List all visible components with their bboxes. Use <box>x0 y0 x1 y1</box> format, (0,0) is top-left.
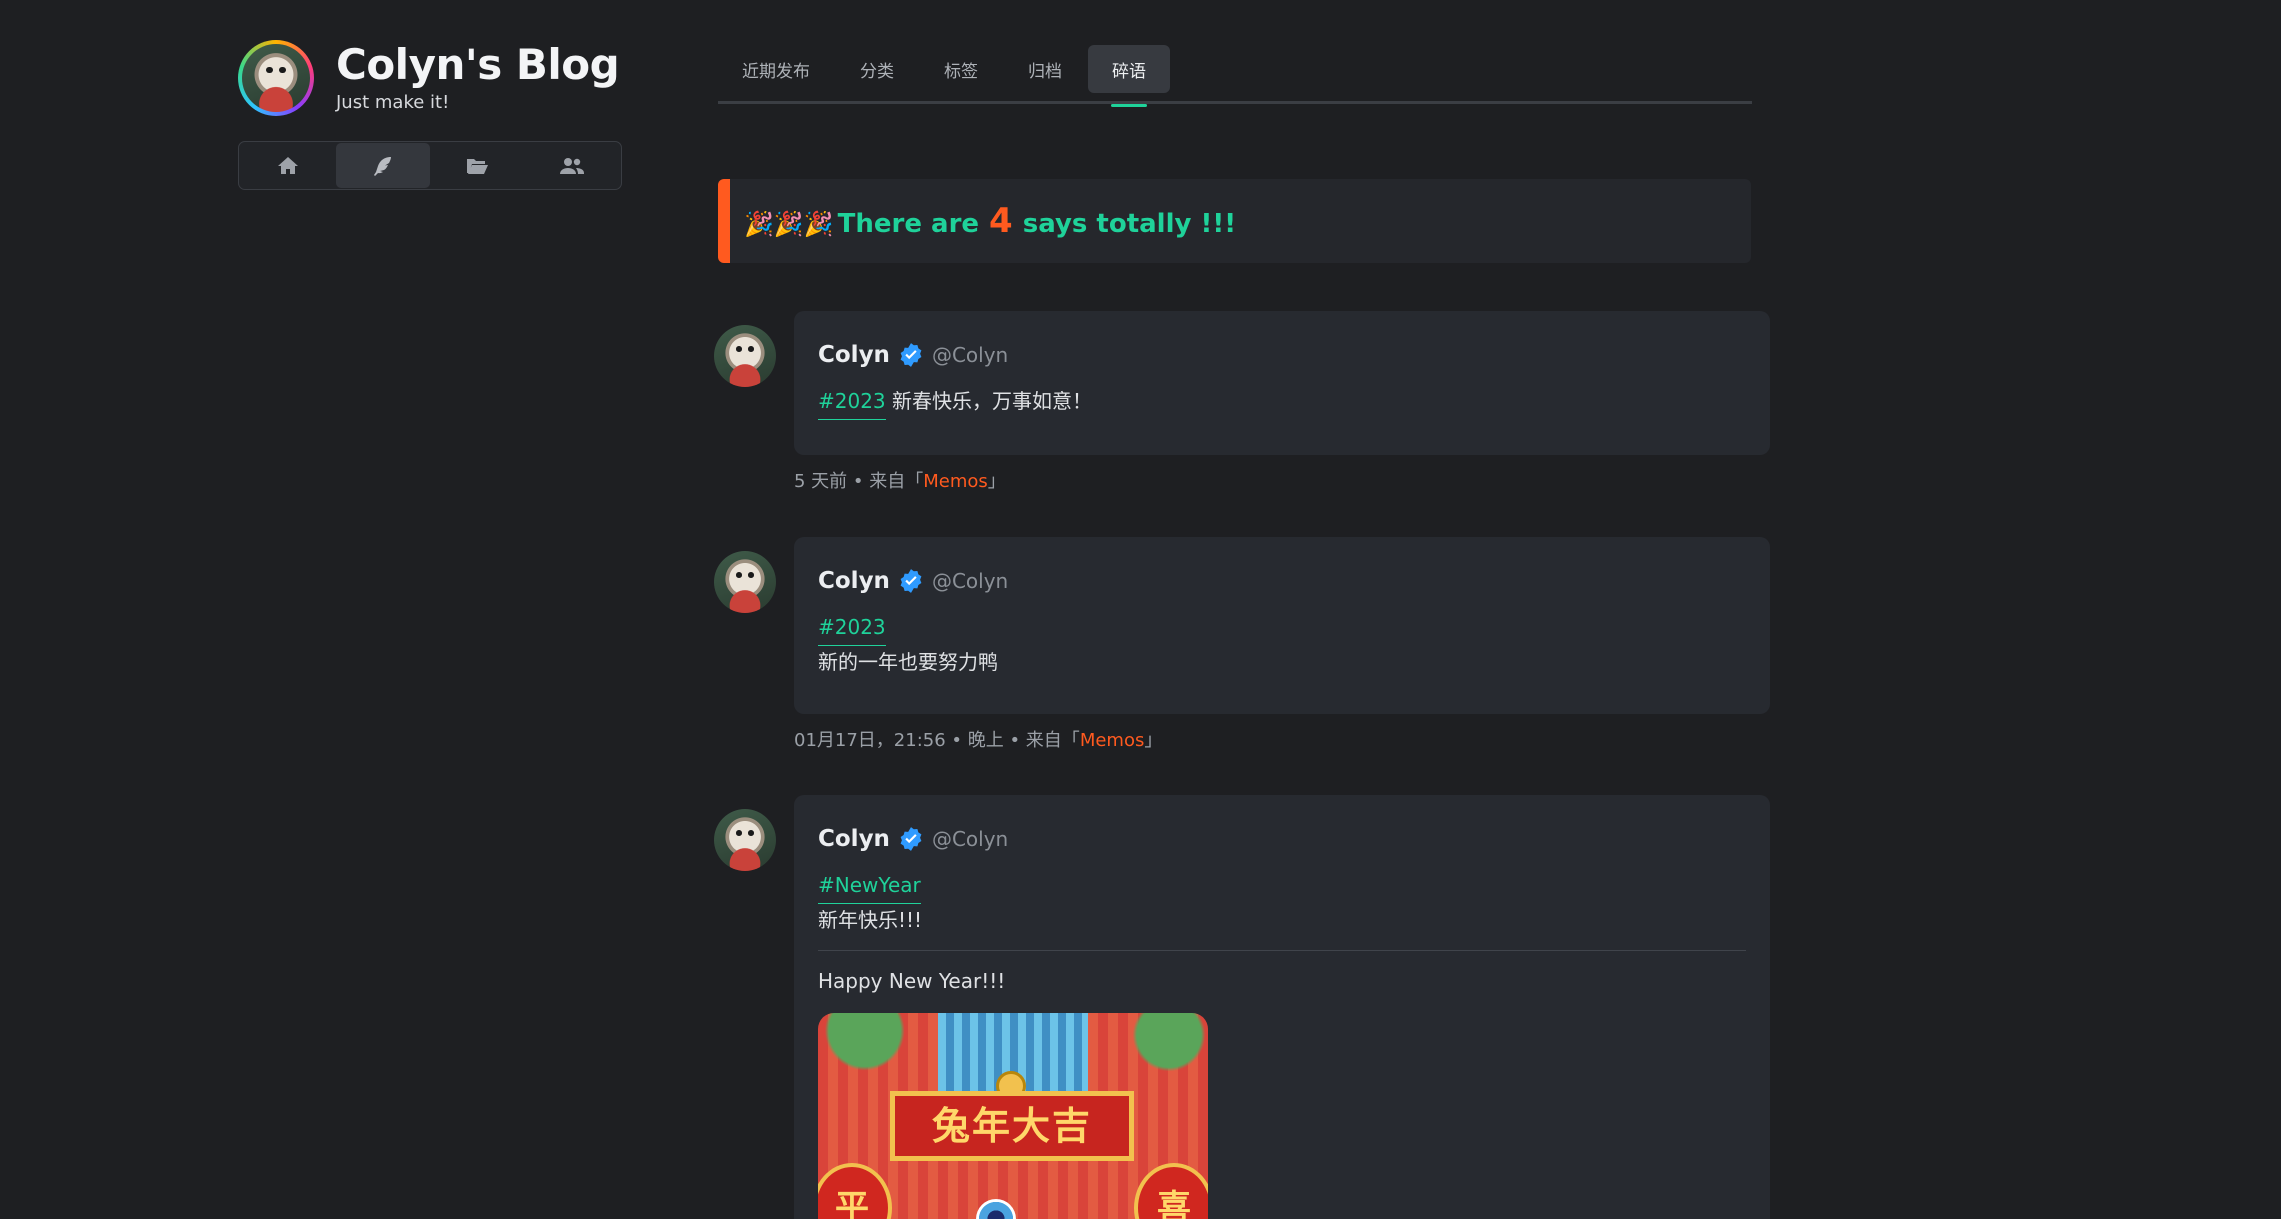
memo-content: #NewYear 新年快乐!!! Happy New Year!!! 兔年大吉 … <box>818 869 1746 1219</box>
banner-suffix: says totally !!! <box>1022 209 1237 239</box>
banner-prefix: There are <box>837 209 980 239</box>
banner-accent-bar <box>718 179 730 263</box>
dog-avatar-image <box>242 44 310 112</box>
memo-content: #2023 新春快乐，万事如意！ <box>818 385 1746 420</box>
tab-archive[interactable]: 归档 <box>1004 45 1086 93</box>
memo-card: Colyn @Colyn #NewYear 新年快乐!!! Happy New … <box>794 795 1770 1219</box>
memo-text: 新春快乐，万事如意！ <box>892 389 1093 413</box>
tab-tags[interactable]: 标签 <box>920 45 1002 93</box>
verified-badge-icon <box>900 569 922 593</box>
memo-source-link[interactable]: Memos <box>923 471 988 492</box>
users-icon <box>559 157 584 174</box>
lantern-right: 喜 <box>1134 1163 1208 1219</box>
image-sign-text: 兔年大吉 <box>890 1091 1134 1161</box>
memo-handle: @Colyn <box>931 569 1009 593</box>
memo-author: Colyn <box>818 826 890 852</box>
tab-recent[interactable]: 近期发布 <box>718 45 834 93</box>
memo-text: 新的一年也要努力鸭 <box>818 650 998 674</box>
avatar[interactable] <box>714 325 776 387</box>
sidebar-item-friends[interactable] <box>525 143 620 188</box>
banner-text: 🎉🎉🎉 There are 4 says totally !!! <box>744 201 1236 241</box>
memo-handle: @Colyn <box>931 343 1009 367</box>
tab-categories[interactable]: 分类 <box>836 45 918 93</box>
page: Colyn's Blog Just make it! 近期发布 分类 标签 归档… <box>0 0 2281 1219</box>
memo-tag-link[interactable]: #2023 <box>818 611 886 646</box>
sidebar-item-says[interactable] <box>335 143 430 188</box>
memo-meta-end: 」 <box>987 471 1006 492</box>
memo-content: #2023 新的一年也要努力鸭 <box>818 611 1746 678</box>
tab-says[interactable]: 碎语 <box>1088 45 1170 93</box>
memo-card: Colyn @Colyn #2023 新的一年也要努力鸭 <box>794 537 1770 714</box>
sidebar-nav <box>238 141 622 190</box>
avatar[interactable] <box>714 809 776 871</box>
avatar[interactable] <box>714 551 776 613</box>
memo-divider <box>818 950 1746 951</box>
folder-open-icon <box>467 158 489 174</box>
memo-text: 新年快乐!!! <box>818 908 923 932</box>
site-title[interactable]: Colyn's Blog <box>336 43 620 86</box>
memo-meta: 5 天前 • 来自「Memos」 <box>794 467 1006 493</box>
memo-time: 01月17日，21:56 • 晚上 • 来自「 <box>794 730 1080 751</box>
memo-meta: 01月17日，21:56 • 晚上 • 来自「Memos」 <box>794 726 1162 752</box>
home-icon <box>278 156 299 174</box>
says-count-banner: 🎉🎉🎉 There are 4 says totally !!! <box>718 179 1751 263</box>
site-avatar[interactable] <box>238 40 314 116</box>
memo-tag-link[interactable]: #NewYear <box>818 869 921 904</box>
memo-source-link[interactable]: Memos <box>1080 730 1145 751</box>
top-tabs: 近期发布 分类 标签 归档 碎语 <box>718 45 1752 104</box>
sidebar-item-home[interactable] <box>241 143 336 188</box>
site-subtitle: Just make it! <box>336 91 450 113</box>
verified-badge-icon <box>900 827 922 851</box>
sidebar-item-folder[interactable] <box>430 143 525 188</box>
lantern-left: 平 <box>818 1163 892 1219</box>
memo-card: Colyn @Colyn #2023 新春快乐，万事如意！ <box>794 311 1770 455</box>
verified-badge-icon <box>900 343 922 367</box>
memo-tag-link[interactable]: #2023 <box>818 385 886 420</box>
memo-meta-end: 」 <box>1144 730 1163 751</box>
memo-text-secondary: Happy New Year!!! <box>818 969 1006 993</box>
memo-handle: @Colyn <box>931 827 1009 851</box>
party-popper-icon: 🎉🎉🎉 <box>744 210 834 238</box>
says-count: 4 <box>989 201 1013 241</box>
memo-author: Colyn <box>818 568 890 594</box>
new-year-image[interactable]: 兔年大吉 平 喜 <box>818 1013 1208 1219</box>
site-brand[interactable]: Colyn's Blog Just make it! <box>238 40 620 116</box>
memo-author: Colyn <box>818 342 890 368</box>
memo-time: 5 天前 • 来自「 <box>794 471 924 492</box>
dragon-eye-decoration <box>976 1199 1016 1219</box>
feather-icon <box>373 156 391 176</box>
